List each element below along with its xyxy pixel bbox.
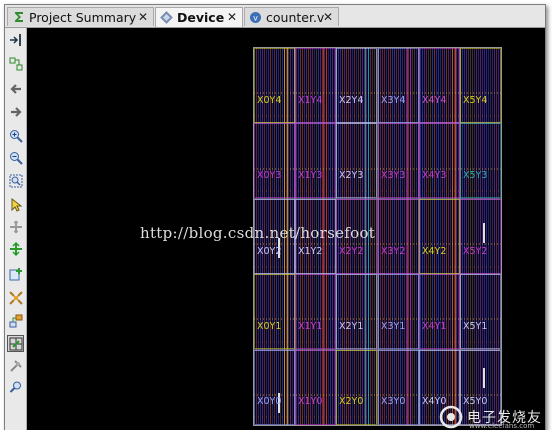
zoom-out-icon[interactable] — [7, 149, 24, 166]
create-site-constraint-icon[interactable] — [7, 265, 24, 282]
page-bottom — [0, 430, 554, 443]
show-connectivity-icon[interactable] — [7, 312, 24, 329]
back-arrow-icon[interactable] — [7, 80, 24, 97]
tab-device[interactable]: Device ✕ — [155, 7, 243, 27]
tab-label: Project Summary — [29, 9, 137, 25]
tab-bar: Project Summary ✕ Device ✕ v counter.v ✕ — [5, 5, 545, 28]
routing-resources-icon[interactable] — [7, 55, 24, 72]
clock-region-label: X1Y1 — [298, 321, 323, 332]
clock-region-label: X4Y2 — [422, 246, 447, 257]
watermark-text: http://blog.csdn.net/horsefoot — [140, 224, 376, 242]
clock-region-label: X5Y3 — [463, 170, 488, 181]
logo-subtitle: www.elecfans.com — [469, 422, 535, 430]
clock-region-label: X2Y2 — [339, 246, 364, 257]
zoom-fit-icon[interactable] — [7, 172, 24, 189]
clock-region-label: X5Y2 — [463, 246, 488, 257]
clock-region-label: X3Y0 — [381, 396, 406, 407]
device-toolbar — [5, 28, 27, 435]
device-canvas[interactable]: X0Y4 X1Y4 X2Y4 X3Y4 X4Y4 X5Y4 X0Y3 X1Y3 X2Y3 X3Y3… — [27, 28, 545, 435]
clock-region-label: X3Y3 — [381, 170, 406, 181]
close-icon[interactable]: ✕ — [137, 11, 149, 23]
clock-region-label: X5Y1 — [463, 321, 488, 332]
device-view-window: Project Summary ✕ Device ✕ v counter.v ✕ — [4, 4, 546, 436]
verilog-file-icon: v — [249, 11, 262, 24]
clock-region-label: X2Y3 — [339, 170, 364, 181]
clock-region-label: X3Y1 — [381, 321, 406, 332]
clock-region-label: X2Y0 — [339, 396, 364, 407]
clock-region-label: X3Y2 — [381, 246, 406, 257]
clock-region-label: X4Y4 — [422, 95, 447, 106]
tab-label: counter.v — [266, 9, 325, 25]
clock-region-label: X0Y1 — [257, 321, 282, 332]
clock-region-label: X0Y3 — [257, 170, 282, 181]
clock-region-label: X5Y4 — [463, 95, 488, 106]
clock-region-label: X0Y2 — [257, 246, 282, 257]
tab-project-summary[interactable]: Project Summary ✕ — [7, 7, 154, 26]
chip-icon — [160, 11, 173, 24]
close-icon[interactable]: ✕ — [322, 11, 334, 23]
svg-text:v: v — [253, 13, 258, 22]
select-area-icon[interactable] — [7, 196, 24, 213]
autoplace-icon[interactable] — [7, 289, 24, 306]
sigma-icon — [12, 11, 25, 24]
toggle-clock-region-icon[interactable] — [7, 335, 24, 352]
fix-cells-icon[interactable] — [7, 357, 24, 374]
clock-region-label: X1Y0 — [298, 396, 323, 407]
close-icon[interactable]: ✕ — [226, 11, 238, 23]
clock-region-label: X1Y4 — [298, 95, 323, 106]
tab-label: Device — [177, 10, 225, 25]
logo-icon — [439, 405, 463, 429]
forward-arrow-icon[interactable] — [7, 103, 24, 120]
clock-region-label: X4Y1 — [422, 321, 447, 332]
clock-region-label: X4Y3 — [422, 170, 447, 181]
collapse-panel-icon[interactable] — [7, 31, 24, 48]
refresh-icon[interactable] — [7, 240, 24, 257]
clock-region-label: X2Y1 — [339, 321, 364, 332]
tab-counter-v[interactable]: v counter.v ✕ — [244, 7, 339, 26]
search-cells-icon[interactable] — [7, 378, 24, 395]
clock-region-label: X2Y4 — [339, 95, 364, 106]
draw-pblock-icon[interactable] — [7, 218, 24, 235]
clock-region-label: X0Y0 — [257, 396, 282, 407]
clock-region-label: X1Y2 — [298, 246, 323, 257]
clock-region-label: X3Y4 — [381, 95, 406, 106]
clock-region-label: X0Y4 — [257, 95, 282, 106]
zoom-in-icon[interactable] — [7, 127, 24, 144]
clock-region-label: X1Y3 — [298, 170, 323, 181]
